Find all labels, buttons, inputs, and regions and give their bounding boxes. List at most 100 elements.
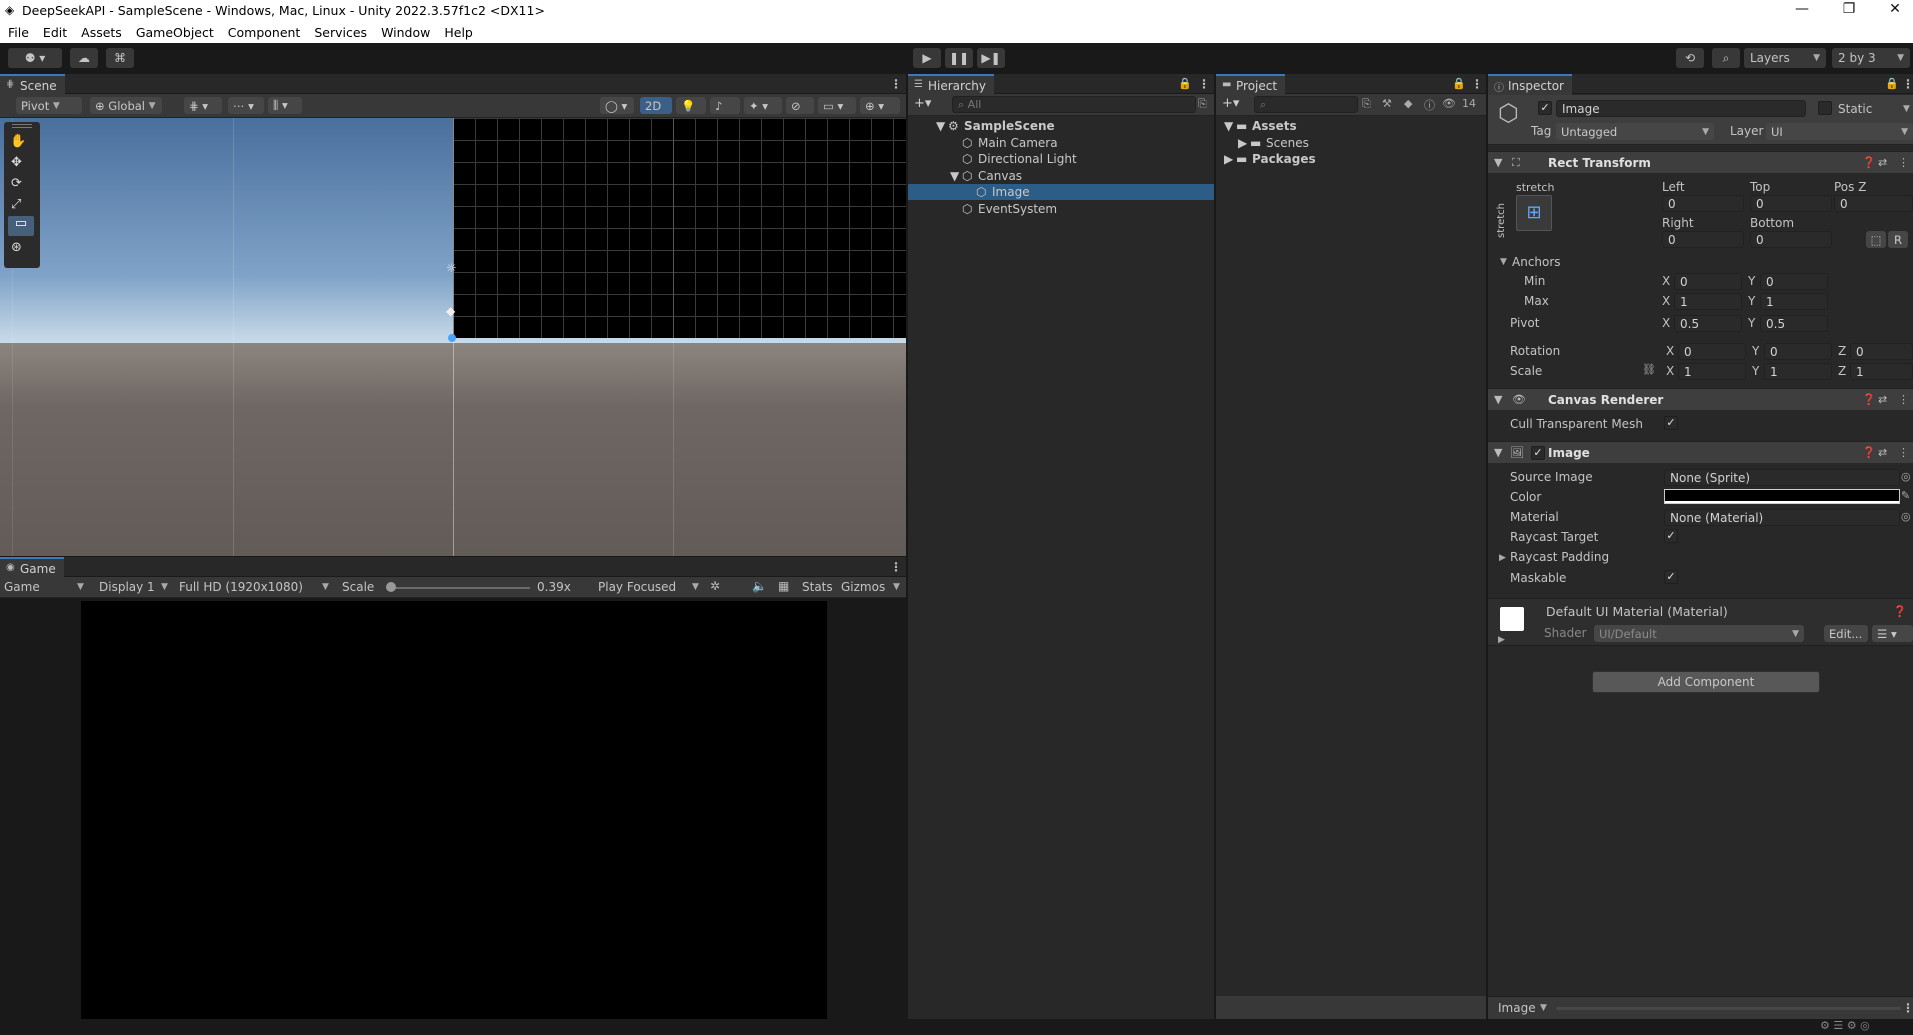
- right-field[interactable]: 0: [1662, 231, 1744, 248]
- foldout-arrow-icon[interactable]: ▼: [950, 169, 959, 183]
- scale-tool-icon[interactable]: ⤢: [11, 197, 21, 212]
- transform-tool-icon[interactable]: ⊛: [11, 240, 22, 255]
- rotate-tool-icon[interactable]: ⟳: [11, 176, 22, 191]
- hierarchy-menu-icon[interactable]: ⋮: [1198, 77, 1210, 91]
- tab-scene[interactable]: ⋕ Scene: [0, 74, 65, 95]
- create-add-icon[interactable]: +▾: [1222, 96, 1239, 111]
- game-view-dropdown[interactable]: Game: [4, 580, 40, 594]
- hierarchy-item[interactable]: ⬡ EventSystem: [908, 201, 1214, 217]
- palette-grip[interactable]: [12, 124, 32, 128]
- draw-mode-icon[interactable]: ◯ ▾: [600, 97, 634, 114]
- scale-y-field[interactable]: 1: [1764, 363, 1832, 380]
- lighting-icon[interactable]: 💡: [676, 97, 706, 114]
- shortcuts-icon[interactable]: ▦: [778, 579, 789, 593]
- scale-slider[interactable]: [386, 587, 530, 589]
- edit-shader-button[interactable]: Edit...: [1824, 625, 1868, 642]
- shader-menu-icon[interactable]: ☰ ▾: [1872, 625, 1913, 642]
- static-checkbox[interactable]: [1818, 101, 1832, 115]
- scene-search-icon[interactable]: ⎘: [1198, 97, 1207, 111]
- gizmos-dropdown[interactable]: Gizmos: [841, 580, 885, 594]
- bug-icon[interactable]: ✲: [710, 579, 720, 593]
- project-item[interactable]: ▶ ▬ Packages: [1216, 151, 1486, 167]
- foldout-arrow-icon[interactable]: ▼: [1224, 119, 1233, 133]
- collab-icon[interactable]: ⌘: [106, 48, 134, 68]
- grid-snap-icon[interactable]: ⋯ ▾: [228, 97, 264, 114]
- menu-file[interactable]: File: [0, 22, 35, 40]
- lock-icon[interactable]: 🔒: [1452, 77, 1466, 90]
- pause-button[interactable]: ❚❚: [945, 48, 973, 68]
- lock-icon[interactable]: 🔒: [1885, 77, 1899, 90]
- canvas-image-rect[interactable]: [453, 118, 906, 338]
- active-checkbox[interactable]: ✓: [1538, 101, 1552, 115]
- canvas-renderer-header[interactable]: ▼ 👁 Canvas Renderer ❓ ⇄ ⋮: [1488, 388, 1913, 410]
- shader-dropdown[interactable]: UI/Default ▼: [1594, 625, 1804, 642]
- blueprint-mode-icon[interactable]: ⬚: [1866, 231, 1886, 248]
- search-icon[interactable]: ⌕: [1712, 48, 1740, 68]
- step-button[interactable]: ▶❚: [977, 48, 1005, 68]
- scale-z-field[interactable]: 1: [1850, 363, 1913, 380]
- pivot-y-field[interactable]: 0.5: [1760, 315, 1828, 332]
- camera-gizmo-icon[interactable]: ◆: [446, 304, 455, 318]
- camera-icon[interactable]: ▭ ▾: [818, 97, 856, 114]
- foldout-arrow-icon[interactable]: ▶: [1238, 136, 1247, 150]
- rect-tool-icon[interactable]: ▭: [8, 216, 34, 236]
- scale-slider-thumb[interactable]: [386, 582, 396, 592]
- anchor-max-y-field[interactable]: 1: [1760, 293, 1828, 310]
- display-dropdown[interactable]: Display 1: [99, 580, 155, 594]
- foldout-arrow-icon[interactable]: ▼: [936, 119, 945, 133]
- raw-edit-button[interactable]: R: [1888, 231, 1908, 248]
- material-field[interactable]: None (Material): [1664, 509, 1900, 526]
- project-menu-icon[interactable]: ⋮: [1471, 77, 1483, 91]
- menu-assets[interactable]: Assets: [73, 22, 128, 40]
- status-icons[interactable]: ⚙ ☰ ⚙ ◎: [1820, 1019, 1870, 1032]
- color-field[interactable]: [1664, 489, 1900, 504]
- lock-icon[interactable]: 🔒: [1178, 77, 1192, 90]
- object-picker-icon[interactable]: ◎: [1901, 470, 1911, 483]
- move-tool-icon[interactable]: ✥: [11, 155, 22, 170]
- layer-dropdown[interactable]: UI ▼: [1766, 123, 1913, 140]
- maskable-checkbox[interactable]: ✓: [1664, 570, 1678, 584]
- scene-viewport[interactable]: ☼ ◆ ✋ ✥ ⟳ ⤢ ▭ ⊛: [0, 118, 906, 556]
- audio-icon[interactable]: ♪: [710, 97, 740, 114]
- menu-help[interactable]: Help: [436, 22, 479, 40]
- mute-audio-icon[interactable]: 🔈: [752, 579, 767, 593]
- scene-menu-icon[interactable]: ⋮: [890, 77, 902, 91]
- pivot-toggle[interactable]: Pivot ▼: [16, 97, 82, 114]
- preview-dropdown[interactable]: Image: [1498, 1001, 1536, 1015]
- resolution-dropdown[interactable]: Full HD (1920x1080): [179, 580, 303, 594]
- pivot-handle[interactable]: [448, 334, 456, 342]
- preview-menu-icon[interactable]: ⋮: [1902, 1001, 1913, 1015]
- hierarchy-item[interactable]: ⬡ Main Camera: [908, 135, 1214, 151]
- effects-icon[interactable]: ✦ ▾: [744, 97, 782, 114]
- eyedropper-icon[interactable]: ✎: [1901, 489, 1910, 502]
- left-field[interactable]: 0: [1662, 195, 1744, 212]
- favorite-icon[interactable]: ◆: [1404, 97, 1412, 110]
- raycast-padding-foldout[interactable]: Raycast Padding: [1510, 550, 1609, 564]
- maximize-button[interactable]: ❐: [1834, 1, 1864, 17]
- hierarchy-item[interactable]: ⬡ Directional Light: [908, 151, 1214, 167]
- scale-x-field[interactable]: 1: [1678, 363, 1746, 380]
- hidden-packages-icon[interactable]: 👁: [1442, 97, 1456, 110]
- info-icon[interactable]: ⓘ: [1424, 97, 1435, 113]
- close-button[interactable]: ✕: [1880, 1, 1910, 17]
- layout-dropdown[interactable]: 2 by 3 ▼: [1832, 48, 1910, 68]
- menu-component[interactable]: Component: [220, 22, 307, 40]
- tab-game[interactable]: ◉ Game: [0, 557, 64, 578]
- create-add-icon[interactable]: +▾: [914, 96, 931, 111]
- play-focused-dropdown[interactable]: Play Focused: [598, 580, 676, 594]
- game-menu-icon[interactable]: ⋮: [890, 560, 902, 574]
- project-search-input[interactable]: ⌕: [1254, 96, 1358, 113]
- rotation-x-field[interactable]: 0: [1678, 343, 1746, 360]
- hierarchy-item[interactable]: ⬡ Image: [908, 184, 1214, 200]
- tab-hierarchy[interactable]: ☰ Hierarchy: [908, 74, 995, 95]
- light-gizmo-icon[interactable]: ☼: [446, 261, 457, 275]
- undo-history-icon[interactable]: ⟲: [1676, 48, 1704, 68]
- rect-transform-header[interactable]: ▼ ⛶ Rect Transform ❓ ⇄ ⋮: [1488, 151, 1913, 173]
- gizmos-icon[interactable]: ⊕ ▾: [860, 97, 900, 114]
- bottom-field[interactable]: 0: [1750, 231, 1832, 248]
- cull-transparent-mesh-checkbox[interactable]: ✓: [1664, 416, 1678, 430]
- cloud-icon[interactable]: ☁: [70, 48, 98, 68]
- foldout-arrow-icon[interactable]: ▶: [1224, 152, 1233, 166]
- anchor-max-x-field[interactable]: 1: [1674, 293, 1742, 310]
- align-icon[interactable]: ⫼ ▾: [268, 97, 302, 114]
